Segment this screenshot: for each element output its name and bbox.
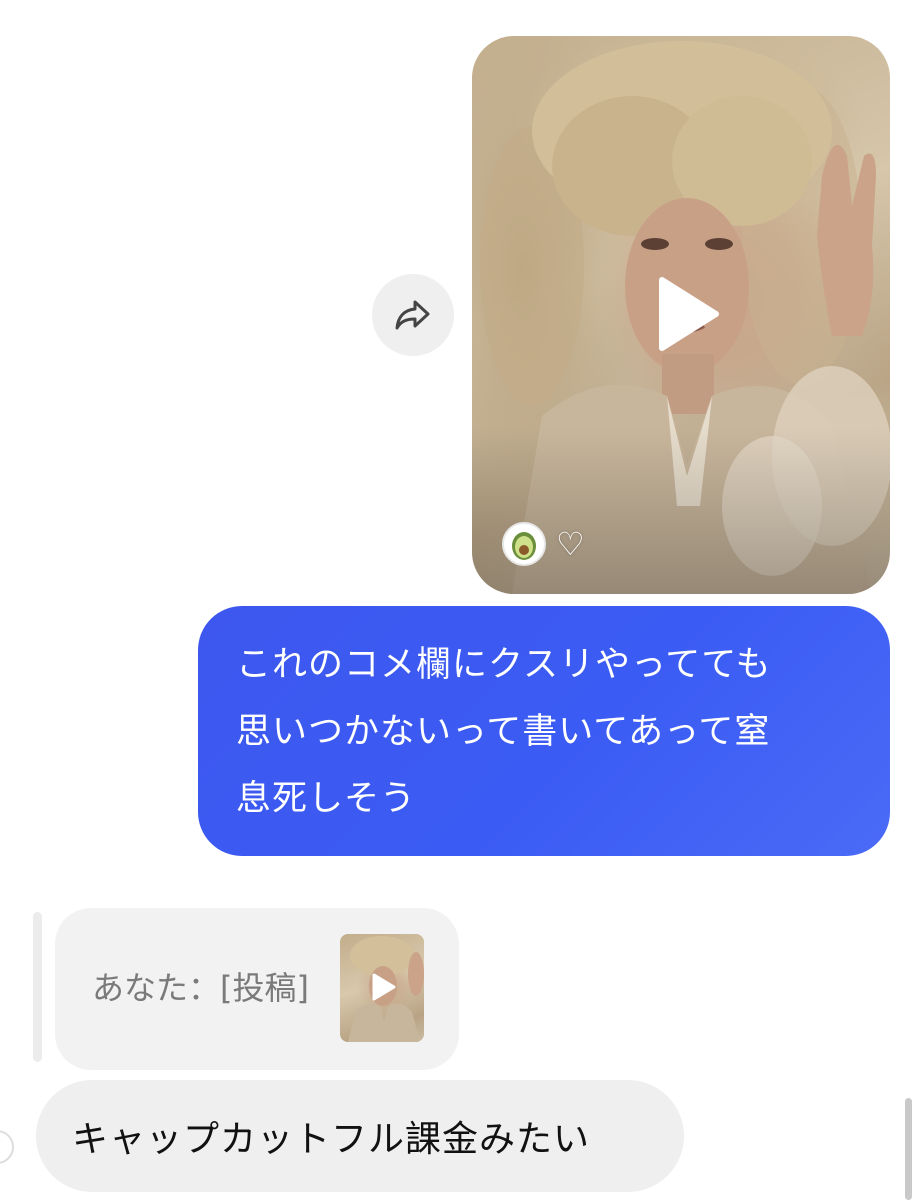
share-arrow-icon xyxy=(395,300,430,330)
chat-thread: ♡ これのコメ欄にクスリやってても 思いつかないって書いてあって窒 息死しそう … xyxy=(0,0,923,1200)
scrollbar[interactable] xyxy=(905,1098,912,1200)
post-meta: ♡ xyxy=(502,522,585,566)
reply-indicator-bar xyxy=(33,912,42,1062)
play-icon xyxy=(372,973,396,1001)
avatar[interactable] xyxy=(502,522,546,566)
message-line: 思いつかないって書いてあって窒 xyxy=(236,712,771,752)
reply-quote-text: あなた：[投稿] xyxy=(92,969,309,1007)
partial-avatar xyxy=(0,1130,14,1164)
message-line: 息死しそう xyxy=(236,779,417,819)
incoming-message[interactable]: キャップカットフル課金みたい xyxy=(36,1080,684,1192)
message-line: これのコメ欄にクスリやってても xyxy=(236,645,772,685)
forward-button[interactable] xyxy=(372,274,454,356)
message-text: キャップカットフル課金みたい xyxy=(72,1119,591,1160)
heart-icon[interactable]: ♡ xyxy=(556,528,585,560)
outgoing-message[interactable]: これのコメ欄にクスリやってても 思いつかないって書いてあって窒 息死しそう xyxy=(198,606,890,856)
avocado-icon xyxy=(512,532,536,560)
play-icon[interactable] xyxy=(654,276,720,352)
